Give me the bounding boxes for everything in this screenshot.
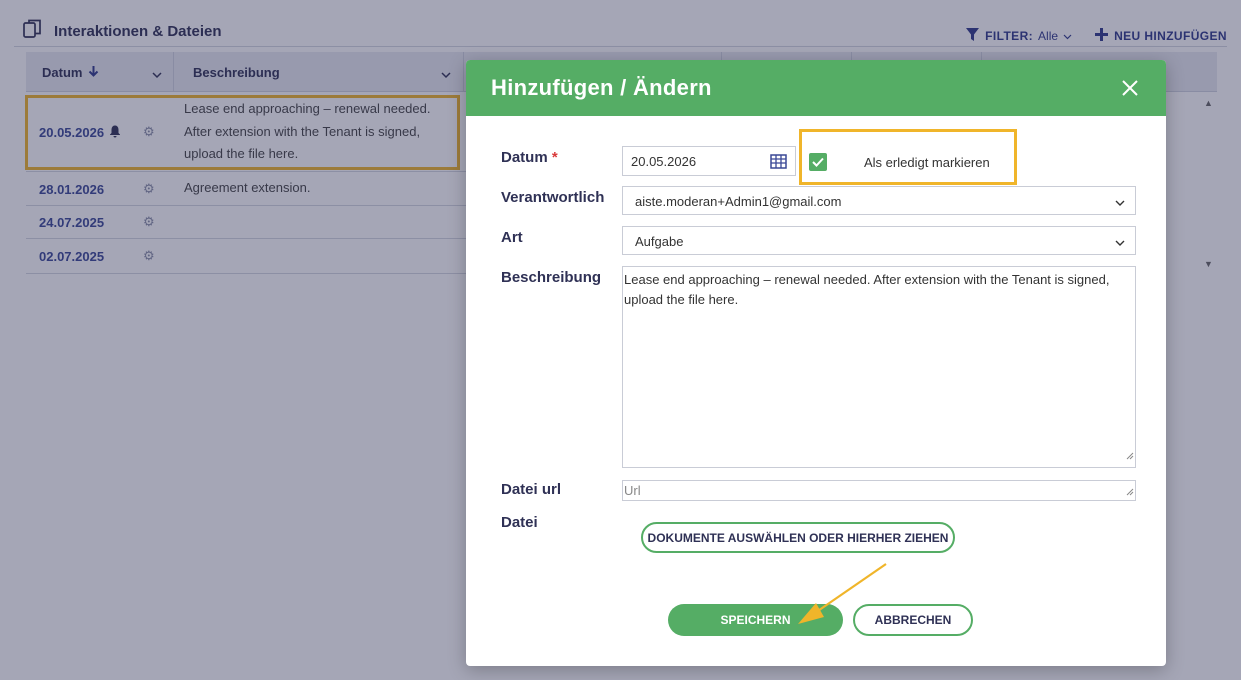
close-icon[interactable] — [1120, 78, 1140, 98]
dialog-header: Hinzufügen / Ändern — [466, 60, 1166, 116]
done-checkbox[interactable] — [809, 153, 827, 171]
art-label: Art — [501, 229, 523, 246]
date-value: 20.05.2026 — [631, 154, 697, 169]
datum-label: Datum * — [501, 149, 558, 166]
done-checkbox-label[interactable]: Als erledigt markieren — [864, 155, 990, 170]
save-button[interactable]: SPEICHERN — [668, 604, 843, 636]
dialog-title: Hinzufügen / Ändern — [491, 75, 712, 100]
upload-documents-button[interactable]: DOKUMENTE AUSWÄHLEN ODER HIERHER ZIEHEN — [641, 522, 955, 553]
checkmark-icon — [812, 157, 824, 167]
type-value: Aufgabe — [635, 234, 684, 249]
datei-url-label: Datei url — [501, 481, 562, 498]
calendar-icon[interactable] — [770, 153, 787, 172]
chevron-down-icon — [1115, 195, 1125, 210]
datei-label: Datei — [501, 514, 538, 531]
responsible-value: aiste.moderan+Admin1@gmail.com — [635, 194, 842, 209]
date-picker-field[interactable]: 20.05.2026 — [622, 146, 796, 176]
file-url-input[interactable]: Url — [622, 480, 1136, 501]
add-edit-dialog: Hinzufügen / Ändern Datum * 20.05.2026 A… — [466, 60, 1166, 666]
description-textarea[interactable]: Lease end approaching – renewal needed. … — [622, 266, 1136, 468]
beschreibung-label: Beschreibung — [501, 269, 602, 286]
type-select[interactable]: Aufgabe — [622, 226, 1136, 255]
verantwortlich-label: Verantwortlich — [501, 189, 605, 206]
responsible-select[interactable]: aiste.moderan+Admin1@gmail.com — [622, 186, 1136, 215]
description-value: Lease end approaching – renewal needed. … — [624, 272, 1110, 307]
resize-handle-icon[interactable] — [1126, 484, 1134, 499]
chevron-down-icon — [1115, 235, 1125, 250]
cancel-button[interactable]: ABBRECHEN — [853, 604, 973, 636]
url-placeholder: Url — [624, 483, 641, 498]
resize-handle-icon[interactable] — [1126, 446, 1134, 466]
